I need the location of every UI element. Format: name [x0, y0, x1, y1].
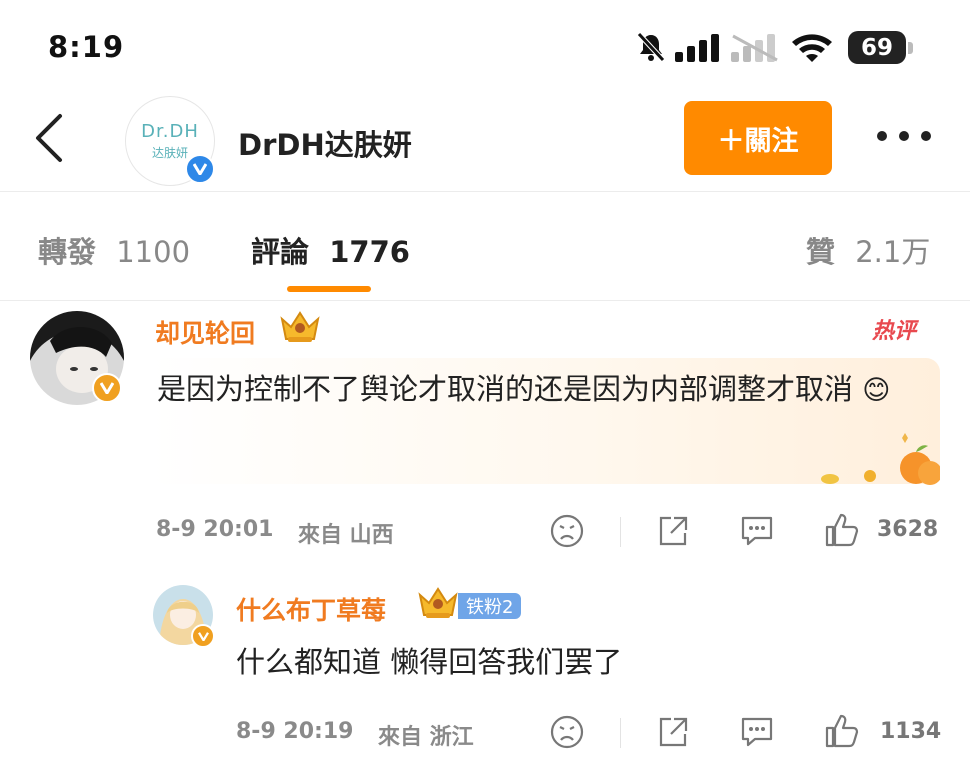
reply-date: 8-9 20:19	[236, 719, 354, 744]
mute-bell-icon	[637, 32, 665, 62]
battery-indicator: 69	[848, 31, 906, 64]
tab-comments-count: 1776	[329, 235, 410, 269]
comment-icon[interactable]	[739, 715, 775, 749]
status-time: 8:19	[48, 30, 125, 64]
more-icon[interactable]	[876, 126, 932, 146]
smile-emoji-icon: 😊	[862, 375, 891, 406]
reply-source: 來自 浙江	[378, 725, 474, 750]
crown-icon	[280, 311, 320, 342]
signal-secondary-icon	[731, 34, 778, 62]
like-count: 1134	[880, 719, 942, 744]
signal-icon	[675, 34, 719, 62]
comment-date: 8-9 20:01	[156, 517, 274, 542]
reply-text: 什么都知道 懒得回答我们罢了	[236, 645, 623, 679]
tangerine-decoration-icon	[821, 433, 940, 485]
crown-icon	[418, 587, 458, 618]
battery-tip	[908, 42, 913, 54]
tab-comments[interactable]: 評論 1776	[251, 229, 410, 271]
like-count: 3628	[877, 517, 939, 542]
tab-reposts-label: 轉發	[38, 235, 97, 269]
comment-source: 來自 山西	[298, 523, 394, 548]
dislike-face-icon[interactable]	[550, 514, 584, 548]
tab-likes-count: 2.1万	[855, 235, 931, 269]
comment-icon[interactable]	[739, 514, 775, 548]
tab-likes[interactable]: 贊 2.1万	[806, 229, 930, 271]
tab-comments-label: 評論	[251, 235, 310, 269]
hot-comment-badge: 热评	[872, 319, 917, 344]
thumb-up-icon[interactable]	[824, 512, 860, 548]
follow-button[interactable]: ＋關注	[684, 101, 832, 175]
verified-icon	[191, 624, 215, 648]
header-divider	[0, 191, 970, 192]
action-divider	[620, 517, 621, 547]
tab-reposts[interactable]: 轉發 1100	[38, 229, 190, 271]
share-icon[interactable]	[656, 514, 690, 548]
share-icon[interactable]	[656, 715, 690, 749]
logo-text: Dr.DH	[141, 121, 199, 142]
tab-reposts-count: 1100	[116, 235, 191, 269]
back-chevron-icon[interactable]	[30, 112, 66, 164]
reply-username[interactable]: 什么布丁草莓	[236, 591, 386, 627]
dislike-face-icon[interactable]	[550, 715, 584, 749]
wifi-icon	[792, 34, 832, 62]
comment-text-body: 是因为控制不了舆论才取消的还是因为内部调整才取消	[157, 372, 854, 406]
tab-likes-label: 贊	[806, 235, 836, 269]
comment-text: 是因为控制不了舆论才取消的还是因为内部调整才取消 😊	[157, 363, 932, 417]
active-tab-indicator	[287, 286, 371, 292]
logo-subtext: 达肤妍	[151, 146, 188, 160]
verified-icon	[185, 154, 215, 184]
account-name[interactable]: DrDH达肤妍	[238, 122, 412, 164]
thumb-up-icon[interactable]	[824, 713, 860, 749]
verified-icon	[92, 373, 122, 403]
fan-level-badge: 铁粉2	[458, 593, 522, 619]
tabs-divider	[0, 300, 970, 301]
comment-username[interactable]: 却见轮回	[155, 314, 255, 350]
action-divider	[620, 718, 621, 748]
